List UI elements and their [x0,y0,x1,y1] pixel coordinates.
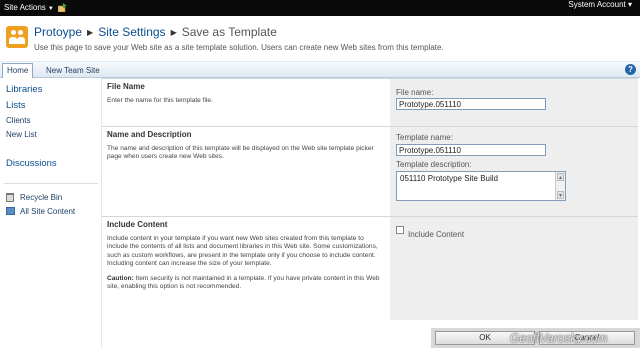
include-content-checkbox[interactable] [396,226,404,234]
all-site-content-icon [6,207,15,215]
section-fields: Include Content [390,217,638,320]
top-navigation: Home New Team Site ? [0,61,640,78]
section-title: File Name [107,82,145,91]
nav-discussions[interactable]: Discussions [6,158,57,169]
watermark-text: GeoffVarosky.com [510,331,608,345]
section-text: Include content in your template if you … [107,235,378,267]
scroll-down-icon[interactable]: ▼ [557,191,564,199]
section-description: Include Content Include content in your … [102,217,390,320]
section-description: File Name Enter the name for this templa… [102,79,390,126]
breadcrumb: Protoype ▶ Site Settings ▶ Save as Template [34,25,277,39]
section-include-content: Include Content Include content in your … [102,216,638,320]
nav-lists[interactable]: Lists [6,100,26,111]
scroll-up-icon[interactable]: ▲ [557,173,564,181]
nav-clients[interactable]: Clients [6,116,30,125]
divider [4,183,98,184]
tab-home[interactable]: Home [2,63,34,78]
caution-label: Caution: [107,275,134,283]
breadcrumb-separator-icon: ▶ [170,28,177,37]
caution-body: Item security is not maintained in a tem… [107,275,380,291]
section-description: Name and Description The name and descri… [102,127,390,216]
nav-new-list[interactable]: New List [6,130,37,139]
site-actions-menu[interactable]: Site Actions ▼ [4,3,54,12]
main-content: File Name Enter the name for this templa… [102,78,640,348]
page-title: Save as Template [181,25,277,39]
title-area: Protoype ▶ Site Settings ▶ Save as Template … [0,16,640,61]
scrollbar[interactable]: ▲ ▼ [555,172,565,200]
nav-all-site-content[interactable]: All Site Content [20,207,75,216]
section-text: The name and description of this templat… [107,145,374,161]
file-name-label: File name: [396,88,434,97]
breadcrumb-separator-icon: ▶ [87,28,94,37]
template-description-label: Template description: [396,160,472,169]
breadcrumb-site-settings[interactable]: Site Settings [98,25,165,39]
recycle-bin-icon [6,193,14,202]
template-description-textarea[interactable]: 051110 Prototype Site Build ▲ ▼ [396,171,566,201]
section-name-description: Name and Description The name and descri… [102,126,638,216]
help-icon[interactable]: ? [625,64,636,75]
quick-launch: Libraries Lists Clients New List Discuss… [0,78,102,348]
section-title: Include Content [107,220,168,229]
file-name-input[interactable] [396,98,546,110]
site-logo-icon[interactable] [6,26,28,48]
template-name-label: Template name: [396,133,453,142]
section-title: Name and Description [107,130,192,139]
include-content-label[interactable]: Include Content [408,230,464,239]
section-file-name: File Name Enter the name for this templa… [102,78,638,126]
section-fields: File name: [390,79,638,126]
account-menu[interactable]: System Account ▾ [568,0,632,9]
chevron-down-icon: ▼ [47,6,54,12]
tab-new-team-site[interactable]: New Team Site [42,64,104,78]
top-bar: Site Actions ▼ System Account ▾ [0,0,640,16]
nav-recycle-bin[interactable]: Recycle Bin [20,193,62,202]
breadcrumb-site[interactable]: Protoype [34,25,82,39]
caution-text: Caution: Item security is not maintained… [107,275,385,292]
nav-libraries[interactable]: Libraries [6,84,42,95]
navigate-up-icon[interactable] [58,3,68,12]
template-name-input[interactable] [396,144,546,156]
section-text: Enter the name for this template file. [107,97,213,104]
site-actions-label: Site Actions [4,3,46,12]
section-fields: Template name: Template description: 051… [390,127,638,216]
template-description-value: 051110 Prototype Site Build [400,174,498,183]
page-description: Use this page to save your Web site as a… [34,43,444,52]
